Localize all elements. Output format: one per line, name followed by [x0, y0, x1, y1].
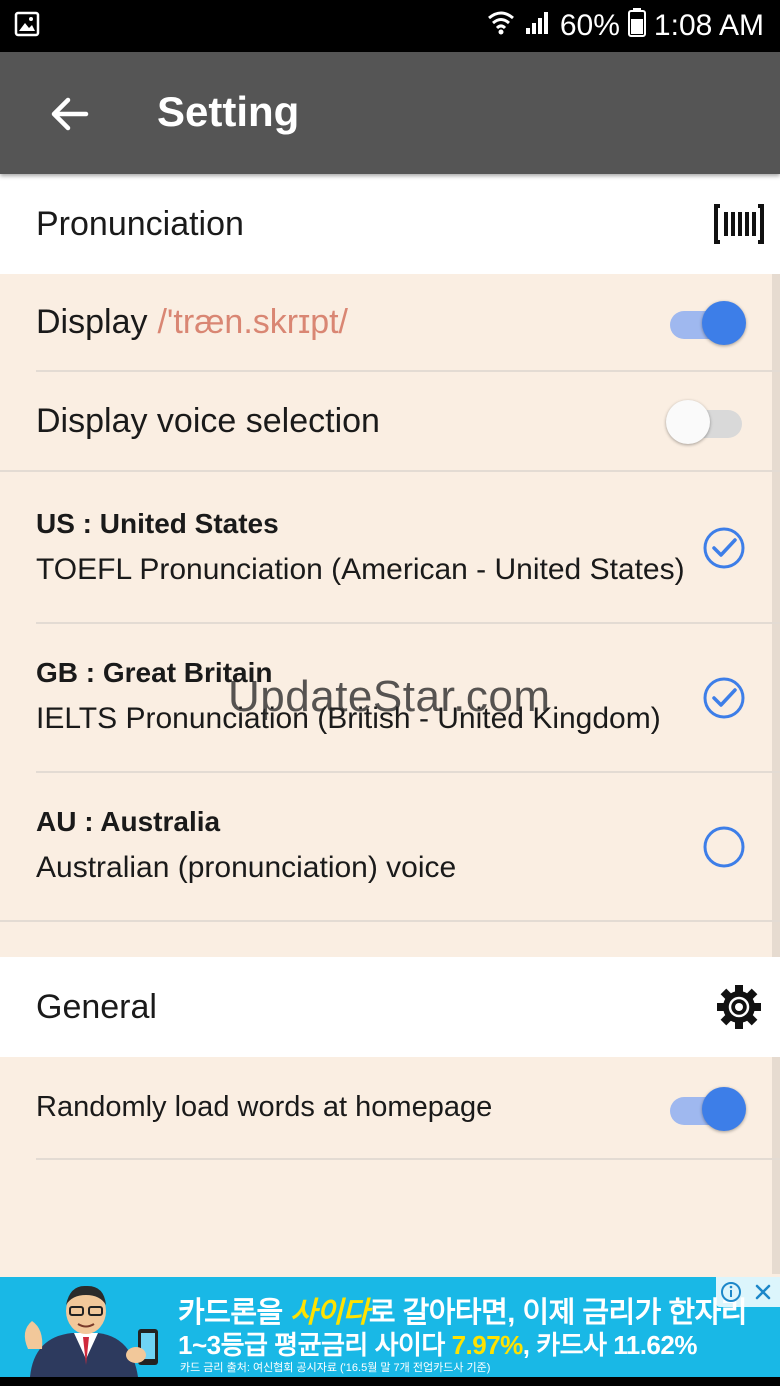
- ad-subline: 1~3등급 평균금리 사이다 7.97%, 카드사 11.62%: [178, 1330, 697, 1360]
- display-voice-selection-row[interactable]: Display voice selection: [0, 372, 780, 470]
- wifi-icon: [486, 8, 516, 44]
- general-header-label: General: [36, 987, 157, 1026]
- voice-selection-label: Display voice selection: [36, 401, 380, 440]
- divider: [36, 1158, 780, 1160]
- toggle-thumb: [702, 301, 746, 345]
- gear-icon: [714, 982, 764, 1032]
- watermark: UpdateStar.com: [228, 672, 551, 721]
- status-time: 1:08 AM: [653, 9, 764, 42]
- battery-percent: 60%: [559, 9, 620, 42]
- divider: [0, 920, 780, 922]
- arrow-left-icon: [51, 97, 89, 131]
- gallery-notification-icon: [14, 11, 40, 42]
- ad-info-button[interactable]: [716, 1277, 746, 1307]
- voice-subtitle: TOEFL Pronunciation (American - United S…: [36, 553, 685, 586]
- display-ipa-row[interactable]: Display /'træn.skrɪpt/: [0, 274, 780, 370]
- check-circle-icon[interactable]: [702, 676, 746, 720]
- divider: [0, 470, 780, 472]
- ad-banner[interactable]: 카드론을 사이다로 갈아타면, 이제 금리가 한자리 1~3등급 평균금리 사이…: [0, 1277, 780, 1377]
- voice-title: AU : Australia: [36, 806, 221, 837]
- empty-circle-icon[interactable]: [702, 825, 746, 869]
- display-label: Display: [36, 302, 148, 341]
- info-icon: [721, 1282, 741, 1302]
- back-button[interactable]: [48, 92, 92, 136]
- status-bar: 60% 1:08 AM: [0, 0, 780, 52]
- random-load-label: Randomly load words at homepage: [36, 1090, 493, 1123]
- bottom-strip: [0, 1377, 780, 1386]
- random-load-toggle[interactable]: [666, 1084, 746, 1134]
- toggle-thumb: [666, 400, 710, 444]
- check-circle-icon[interactable]: [702, 526, 746, 570]
- voice-wave-icon: [714, 199, 764, 249]
- voice-title: US : United States: [36, 508, 279, 539]
- voice-option-au[interactable]: AU : Australia Australian (pronunciation…: [0, 772, 780, 920]
- ad-close-button[interactable]: [746, 1277, 780, 1307]
- display-ipa-toggle[interactable]: [666, 298, 746, 348]
- ad-businessman-illustration: [24, 1285, 158, 1377]
- ad-fine-print: 카드 금리 출처: 여신협회 공시자료 ('16.5월 말 7개 전업카드사 기…: [180, 1362, 491, 1374]
- toggle-thumb: [702, 1087, 746, 1131]
- voice-option-us[interactable]: US : United States TOEFL Pronunciation (…: [0, 474, 780, 622]
- general-section-header: General: [0, 957, 780, 1057]
- voice-subtitle: Australian (pronunciation) voice: [36, 851, 457, 884]
- pronunciation-section-header: Pronunciation: [0, 174, 780, 274]
- signal-icon: [524, 8, 552, 44]
- pronunciation-header-label: Pronunciation: [36, 204, 244, 243]
- battery-icon: [627, 7, 646, 45]
- voice-selection-toggle[interactable]: [666, 397, 746, 447]
- app-bar: Setting: [0, 52, 780, 174]
- ipa-sample: /'træn.skrɪpt/: [157, 302, 349, 341]
- page-title: Setting: [157, 88, 300, 135]
- close-icon: [755, 1284, 771, 1300]
- random-load-row[interactable]: Randomly load words at homepage: [0, 1057, 780, 1157]
